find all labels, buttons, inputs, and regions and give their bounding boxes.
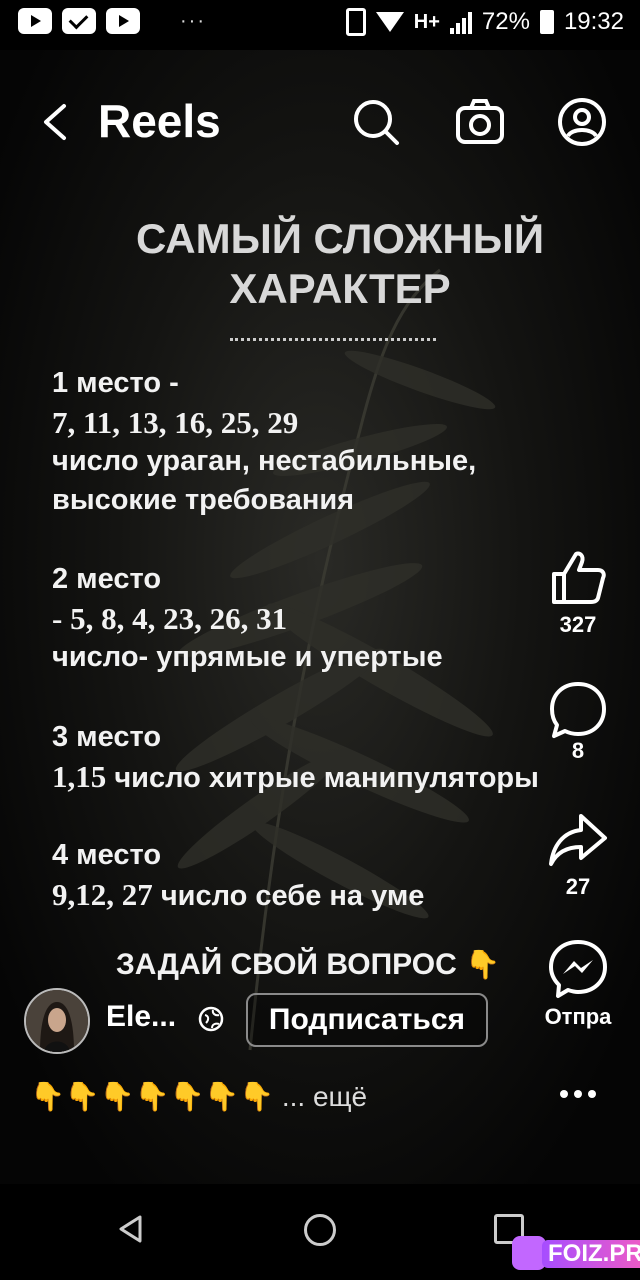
comment-count: 8 [571,738,585,763]
dotted-divider [230,338,436,341]
reel-cta-text: ЗАДАЙ СВОЙ ВОПРОС [116,948,457,981]
send-messenger-button[interactable]: Отпра [538,938,618,1030]
nav-home-icon[interactable] [304,1214,336,1246]
watermark-text: FOIZ.PRO [542,1240,640,1268]
author-name[interactable]: Ele... [106,1000,176,1034]
back-arrow-icon[interactable] [40,102,70,142]
more-options-icon[interactable] [560,1090,596,1098]
comment-button[interactable]: 8 [538,680,618,764]
reels-header: Reels [0,80,640,164]
place-1-heading: 1 место - [52,367,179,399]
messenger-icon [549,940,607,998]
send-label: Отпра [544,1004,612,1029]
place-3-heading: 3 место [52,721,162,753]
place-2-desc: число- упрямые и упертые [52,641,443,673]
wifi-icon [375,12,404,32]
avatar-image [26,990,88,1052]
avatar[interactable] [24,988,90,1054]
caption-emojis: 👇👇👇👇👇👇👇 [30,1081,275,1112]
reel-title-line1: САМЫЙ СЛОЖНЫЙ [135,215,545,262]
globe-icon [198,1006,224,1032]
place-1: 1 место - 7, 11, 13, 16, 25, 29 число ур… [52,364,612,520]
place-3-numbers: 1,15 [52,759,107,794]
place-1-desc-2: высокие требования [52,484,355,516]
place-3: 3 место 1,15 число хитрые манипуляторы [52,718,612,798]
search-icon[interactable] [350,96,402,148]
battery-percent: 72% [481,8,530,35]
vibrate-icon [345,8,366,36]
place-2: 2 место - 5, 8, 4, 23, 26, 31 число- упр… [52,560,612,677]
share-count: 27 [565,874,591,899]
signal-icon [449,10,472,34]
place-1-numbers: 7, 11, 13, 16, 25, 29 [52,405,299,440]
place-3-desc: число хитрые манипуляторы [114,762,539,794]
share-arrow-icon [549,814,607,866]
watermark-heart-icon [512,1236,546,1270]
follow-button[interactable]: Подписаться [246,993,488,1047]
reel-title-line2: ХАРАКТЕР [229,265,451,312]
place-4: 4 место 9,12, 27 число себе на уме [52,836,612,916]
status-bar: ··· H+ 72% 19:32 [0,0,640,50]
thumbs-up-icon [552,551,606,604]
place-4-numbers: 9,12, 27 [52,877,153,912]
share-button[interactable]: 27 [538,810,618,900]
point-down-emoji: 👇 [465,949,500,980]
place-1-desc: число ураган, нестабильные, [52,445,477,477]
network-type: H+ [413,10,440,33]
comment-icon [550,682,606,738]
reel-title: САМЫЙ СЛОЖНЫЙ ХАРАКТЕР [60,214,620,314]
place-4-desc: число себе на уме [160,880,425,912]
clock: 19:32 [563,8,624,35]
place-2-numbers: - 5, 8, 4, 23, 26, 31 [52,601,288,636]
more-notifications: ··· [180,9,206,32]
mail-notification-icon [62,8,96,34]
battery-icon [539,10,554,34]
watermark: FOIZ.PRO [512,1234,640,1274]
caption-more[interactable]: ... ещё [282,1081,367,1112]
place-2-heading: 2 место [52,563,162,595]
profile-icon[interactable] [556,96,608,148]
like-count: 327 [559,612,597,637]
like-button[interactable]: 327 [538,548,618,638]
youtube-notification-icon-2 [106,8,140,34]
camera-icon[interactable] [454,96,506,148]
youtube-notification-icon [18,8,52,34]
nav-back-icon[interactable] [116,1214,146,1244]
page-title: Reels [98,95,221,147]
place-4-heading: 4 место [52,839,162,871]
reel-cta: ЗАДАЙ СВОЙ ВОПРОС 👇 [116,948,500,982]
caption[interactable]: 👇👇👇👇👇👇👇 ... ещё [30,1080,367,1113]
